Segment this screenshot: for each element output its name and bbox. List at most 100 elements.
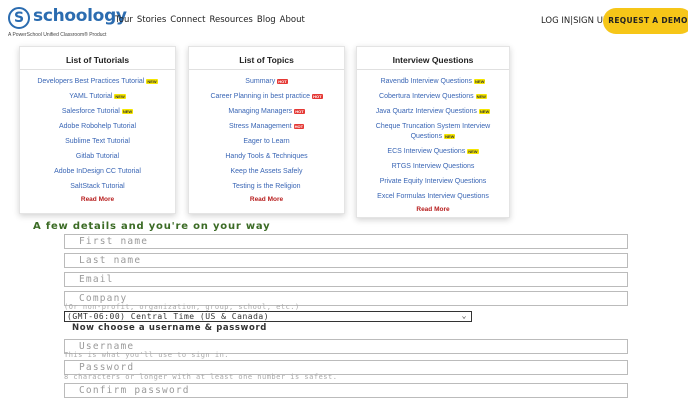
username-hint: This is what you'll use to sign in.	[64, 351, 230, 359]
panel-link[interactable]: Private Equity Interview Questions	[357, 174, 509, 189]
nav-tour[interactable]: Tour	[115, 15, 133, 25]
new-badge: NEW	[146, 78, 158, 84]
nav-stories[interactable]: Stories	[137, 15, 166, 25]
panel-link-label: RTGS Interview Questions	[391, 163, 475, 170]
company-hint: (Or non-profit, organization, group, sch…	[64, 303, 300, 311]
new-badge: NEW	[444, 133, 456, 139]
panel-topics: List of Topics Summary HOT Career Planning…	[188, 46, 345, 214]
panel-title: List of Topics	[239, 55, 294, 65]
read-more-link[interactable]: Read More	[357, 206, 509, 213]
panel-link[interactable]: Handy Tools & Techniques	[189, 149, 344, 164]
nav-blog[interactable]: Blog	[257, 15, 276, 25]
panel-link-label: Gitlab Tutorial	[75, 153, 120, 160]
hot-badge: HOT	[312, 93, 323, 99]
topic-list: Summary HOT Career Planning in best practi…	[189, 74, 344, 194]
main-nav: Tour Stories Connect Resources Blog Abou…	[115, 15, 305, 25]
hot-badge: HOT	[294, 108, 305, 114]
panel-link[interactable]: Adobe Robohelp Tutorial	[20, 119, 175, 134]
scrollbar[interactable]	[688, 0, 700, 220]
panel-link[interactable]: ECS Interview Questions NEW	[357, 144, 509, 159]
panel-link-label: Salesforce Tutorial	[61, 108, 120, 115]
panel-title: List of Tutorials	[65, 55, 130, 65]
nav-connect[interactable]: Connect	[170, 15, 205, 25]
panel-link-label: SaltStack Tutorial	[70, 183, 125, 190]
last-name-field[interactable]: Last name	[64, 253, 628, 268]
login-link[interactable]: LOG IN	[541, 16, 570, 26]
read-more-link[interactable]: Read More	[20, 196, 175, 203]
new-badge: NEW	[475, 93, 487, 99]
panel-link-label: Handy Tools & Techniques	[225, 153, 308, 160]
form-heading: A few details and you're on your way	[33, 221, 271, 232]
panel-link[interactable]: SaltStack Tutorial	[20, 179, 175, 194]
panel-link-label: Cheque Truncation System Interview Quest…	[375, 123, 491, 140]
panel-link[interactable]: Developers Best Practices Tutorial NEW	[20, 74, 175, 89]
panel-link-label: YAML Tutorial	[69, 93, 113, 100]
panel-link[interactable]: Cheque Truncation System Interview Quest…	[357, 119, 509, 144]
hot-badge: HOT	[277, 78, 288, 84]
panel-link-label: Developers Best Practices Tutorial	[37, 78, 145, 85]
first-name-field[interactable]: First name	[64, 234, 628, 249]
timezone-value: (GMT-06:00) Central Time (US & Canada)	[67, 312, 270, 321]
panel-link[interactable]: Stress Management HOT	[189, 119, 344, 134]
panel-link[interactable]: Keep the Assets Safely	[189, 164, 344, 179]
panel-link[interactable]: Career Planning in best practice HOT	[189, 89, 344, 104]
nav-resources[interactable]: Resources	[209, 15, 252, 25]
panel-link[interactable]: Excel Formulas Interview Questions	[357, 189, 509, 204]
panel-link-label: Private Equity Interview Questions	[379, 178, 487, 185]
panel-link[interactable]: Gitlab Tutorial	[20, 149, 175, 164]
panel-link-label: Java Quartz Interview Questions	[375, 108, 477, 115]
panel-link[interactable]: Managing Managers HOT	[189, 104, 344, 119]
chevron-down-icon: ⌄	[461, 311, 467, 320]
divider	[357, 69, 509, 70]
auth-links: LOG IN|SIGN UP	[541, 16, 608, 26]
site-header: S schoology A PowerSchool Unified Classr…	[0, 0, 700, 44]
hot-badge: HOT	[293, 123, 305, 129]
email-field[interactable]: Email	[64, 272, 628, 287]
panel-link[interactable]: Adobe InDesign CC Tutorial	[20, 164, 175, 179]
panel-link[interactable]: Salesforce Tutorial NEW	[20, 104, 175, 119]
password-hint: 8 characters or longer with at least one…	[64, 373, 338, 381]
interview-list: Ravendb Interview Questions NEW Cobertura …	[357, 74, 509, 204]
panel-link-label: Managing Managers	[228, 108, 293, 115]
new-badge: NEW	[114, 93, 126, 99]
panel-link[interactable]: Sublime Text Tutorial	[20, 134, 175, 149]
nav-about[interactable]: About	[280, 15, 305, 25]
logo-mark: S	[8, 7, 30, 29]
panel-link-label: Stress Management	[228, 123, 292, 130]
panel-link[interactable]: Summary HOT	[189, 74, 344, 89]
divider	[189, 69, 344, 70]
new-badge: NEW	[467, 148, 479, 154]
timezone-select[interactable]: (GMT-06:00) Central Time (US & Canada) ⌄	[64, 311, 472, 322]
panel-link-label: Sublime Text Tutorial	[65, 138, 130, 145]
read-more-link[interactable]: Read More	[189, 196, 344, 203]
new-badge: NEW	[121, 108, 134, 114]
signup-form: A few details and you're on your way Fir…	[0, 220, 700, 400]
confirm-password-field[interactable]: Confirm password	[64, 383, 628, 398]
panel-link-label: Career Planning in best practice	[210, 93, 311, 100]
panel-link[interactable]: YAML Tutorial NEW	[20, 89, 175, 104]
panel-link-label: Keep the Assets Safely	[230, 168, 303, 175]
panel-tutorials: List of Tutorials Developers Best Practi…	[19, 46, 176, 214]
panel-link-label: Summary	[245, 78, 276, 85]
panel-link-label: Excel Formulas Interview Questions	[377, 193, 489, 200]
panel-link-label: Cobertura Interview Questions	[379, 93, 474, 100]
panel-link-label: Ravendb Interview Questions	[380, 78, 473, 85]
panel-link-label: Adobe Robohelp Tutorial	[58, 123, 137, 130]
logo-tagline: A PowerSchool Unified Classroom® Product	[8, 32, 107, 38]
panel-link[interactable]: Java Quartz Interview Questions NEW	[357, 104, 509, 119]
panel-link[interactable]: Ravendb Interview Questions NEW	[357, 74, 509, 89]
panel-title: Interview Questions	[392, 55, 474, 65]
panel-link-label: Eager to Learn	[243, 138, 290, 145]
panel-link[interactable]: Eager to Learn	[189, 134, 344, 149]
tutorial-list: Developers Best Practices Tutorial NEW YAM…	[20, 74, 175, 194]
panel-link[interactable]: RTGS Interview Questions	[357, 159, 509, 174]
new-badge: NEW	[478, 108, 491, 114]
divider	[20, 69, 175, 70]
panel-link[interactable]: Testing is the Religion	[189, 179, 344, 194]
logo-wordmark: schoology	[33, 6, 127, 26]
new-badge: NEW	[474, 78, 486, 84]
schoology-logo[interactable]: S schoology A PowerSchool Unified Classr…	[8, 6, 127, 40]
panel-link[interactable]: Cobertura Interview Questions NEW	[357, 89, 509, 104]
panel-link-label: Testing is the Religion	[232, 183, 301, 190]
request-demo-button[interactable]: REQUEST A DEMO	[603, 8, 693, 34]
